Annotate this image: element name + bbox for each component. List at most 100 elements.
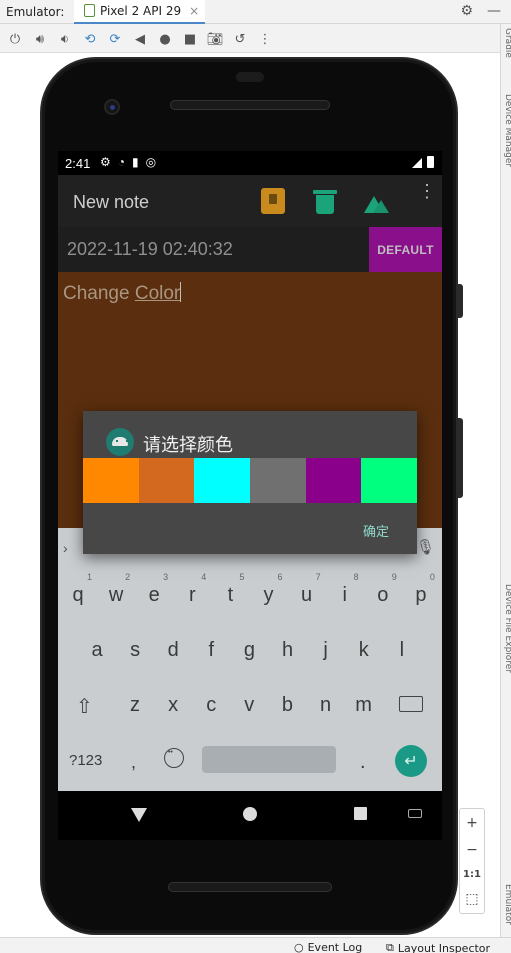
key-c[interactable]: c xyxy=(194,694,228,717)
key-j[interactable]: j xyxy=(309,639,343,662)
home-icon[interactable]: ● xyxy=(154,28,176,50)
emoji-key-icon[interactable] xyxy=(164,748,184,768)
key-o[interactable]: o9 xyxy=(366,572,400,607)
emulator-tool-tab[interactable]: Emulator xyxy=(503,884,511,925)
key-x[interactable]: x xyxy=(156,694,190,717)
nav-back-icon[interactable] xyxy=(131,808,147,822)
key-hint: 3 xyxy=(163,572,169,582)
date-bar: 2022-11-19 02:40:32 DEFAULT xyxy=(58,227,442,272)
period-key[interactable]: . xyxy=(360,751,366,774)
key-e[interactable]: e3 xyxy=(137,572,171,607)
key-hint: 6 xyxy=(277,572,283,582)
color-swatch[interactable] xyxy=(305,458,362,503)
wifi-icon: ◔ xyxy=(117,155,126,169)
note-text-plain: Change xyxy=(63,283,135,304)
snapshot-icon[interactable]: ↺ xyxy=(229,28,251,50)
key-a[interactable]: a xyxy=(80,639,114,662)
key-t[interactable]: t5 xyxy=(213,572,247,607)
color-swatch[interactable] xyxy=(194,458,251,503)
back-icon[interactable]: ◀ xyxy=(129,28,151,50)
sync-icon: ◎ xyxy=(145,155,157,169)
key-g[interactable]: g xyxy=(232,639,266,662)
comma-key[interactable]: , xyxy=(131,752,136,773)
battery-icon xyxy=(427,156,434,168)
archive-icon[interactable] xyxy=(261,188,285,214)
overflow-menu-icon[interactable]: ⋮ xyxy=(418,182,436,200)
trash-icon[interactable] xyxy=(313,188,337,214)
key-z[interactable]: z xyxy=(118,694,152,717)
rotate-right-icon[interactable]: ⟳ xyxy=(104,28,126,50)
volume-down-icon[interactable]: 🔉︎ xyxy=(54,28,76,50)
shift-key[interactable]: ⇧ xyxy=(76,694,93,719)
signal-icon xyxy=(412,158,422,168)
key-u[interactable]: u7 xyxy=(290,572,324,607)
key-r[interactable]: r4 xyxy=(175,572,209,607)
device-manager-tool-tab[interactable]: Device Manager xyxy=(503,94,511,167)
backspace-key[interactable] xyxy=(399,696,423,712)
power-icon[interactable]: ⏻ xyxy=(4,28,26,50)
zoom-actual-size-button[interactable]: 1:1 xyxy=(463,869,481,880)
key-b[interactable]: b xyxy=(270,694,304,717)
keyboard-switcher-icon[interactable] xyxy=(408,809,422,818)
color-swatch[interactable] xyxy=(83,458,139,503)
expand-toolbar-icon[interactable]: › xyxy=(63,540,68,556)
key-m[interactable]: m xyxy=(347,694,381,717)
note-text[interactable]: Change Color xyxy=(63,282,182,305)
key-w[interactable]: w2 xyxy=(99,572,133,607)
key-i[interactable]: i8 xyxy=(328,572,362,607)
space-key[interactable] xyxy=(202,746,336,773)
key-hint: 2 xyxy=(125,572,131,582)
rotate-left-icon[interactable]: ⟲ xyxy=(79,28,101,50)
nav-recents-icon[interactable] xyxy=(354,807,367,820)
key-s[interactable]: s xyxy=(118,639,152,662)
enter-key[interactable]: ↵ xyxy=(395,745,427,777)
key-y[interactable]: y6 xyxy=(252,572,286,607)
key-k[interactable]: k xyxy=(347,639,381,662)
key-d[interactable]: d xyxy=(156,639,190,662)
key-h[interactable]: h xyxy=(271,639,305,662)
android-nav-bar xyxy=(58,791,442,840)
key-v[interactable]: v xyxy=(232,694,266,717)
microphone-icon[interactable]: 🎙︎ xyxy=(416,538,435,556)
key-f[interactable]: f xyxy=(194,639,228,662)
key-hint: 5 xyxy=(239,572,245,582)
more-options-icon[interactable]: ⋮ xyxy=(254,28,276,50)
color-swatch[interactable] xyxy=(138,458,195,503)
key-hint: 0 xyxy=(429,572,435,582)
screenshot-icon[interactable]: 📷︎ xyxy=(204,28,226,50)
power-side-button[interactable] xyxy=(457,284,463,318)
gear-icon[interactable]: ⚙ xyxy=(460,3,473,19)
tab-label: Pixel 2 API 29 xyxy=(100,3,182,18)
layout-inspector-label[interactable]: Layout Inspector xyxy=(398,942,490,953)
zoom-in-button[interactable]: + xyxy=(466,815,478,831)
gradle-tool-tab[interactable]: Gradle xyxy=(503,28,511,58)
color-swatch[interactable] xyxy=(250,458,306,503)
event-log-label[interactable]: Event Log xyxy=(308,941,363,953)
symbols-key[interactable]: ?123 xyxy=(69,752,102,769)
volume-up-icon[interactable]: 🔊︎ xyxy=(29,28,51,50)
minimize-icon[interactable]: — xyxy=(487,3,501,19)
clock: 2:41 xyxy=(65,156,91,171)
tab-pixel-2[interactable]: Pixel 2 API 29 × xyxy=(74,0,206,24)
nav-home-icon[interactable] xyxy=(243,807,257,821)
image-icon[interactable] xyxy=(364,188,390,214)
key-p[interactable]: p0 xyxy=(404,572,438,607)
key-hint: 1 xyxy=(86,572,92,582)
default-color-button[interactable]: DEFAULT xyxy=(369,227,442,272)
device-file-explorer-tool-tab[interactable]: Device File Explorer xyxy=(503,584,511,673)
key-hint: 4 xyxy=(201,572,207,582)
close-tab-icon[interactable]: × xyxy=(189,4,199,18)
soft-keyboard: › 🎙︎ q1w2e3r4t5y6u7i8o9p0 asdfghjkl zxcvbn… xyxy=(58,528,442,791)
zoom-out-button[interactable]: − xyxy=(466,842,478,858)
key-l[interactable]: l xyxy=(385,639,419,662)
note-timestamp: 2022-11-19 02:40:32 xyxy=(67,239,233,259)
key-q[interactable]: q1 xyxy=(61,572,95,607)
confirm-button[interactable]: 确定 xyxy=(363,521,389,540)
overview-icon[interactable]: ■ xyxy=(179,28,201,50)
color-swatch[interactable] xyxy=(361,458,418,503)
note-text-underlined: Color xyxy=(134,283,181,304)
volume-side-button[interactable] xyxy=(457,418,463,498)
page-title: New note xyxy=(73,192,150,212)
zoom-fit-icon[interactable]: ⬚ xyxy=(465,891,478,907)
key-n[interactable]: n xyxy=(309,694,343,717)
